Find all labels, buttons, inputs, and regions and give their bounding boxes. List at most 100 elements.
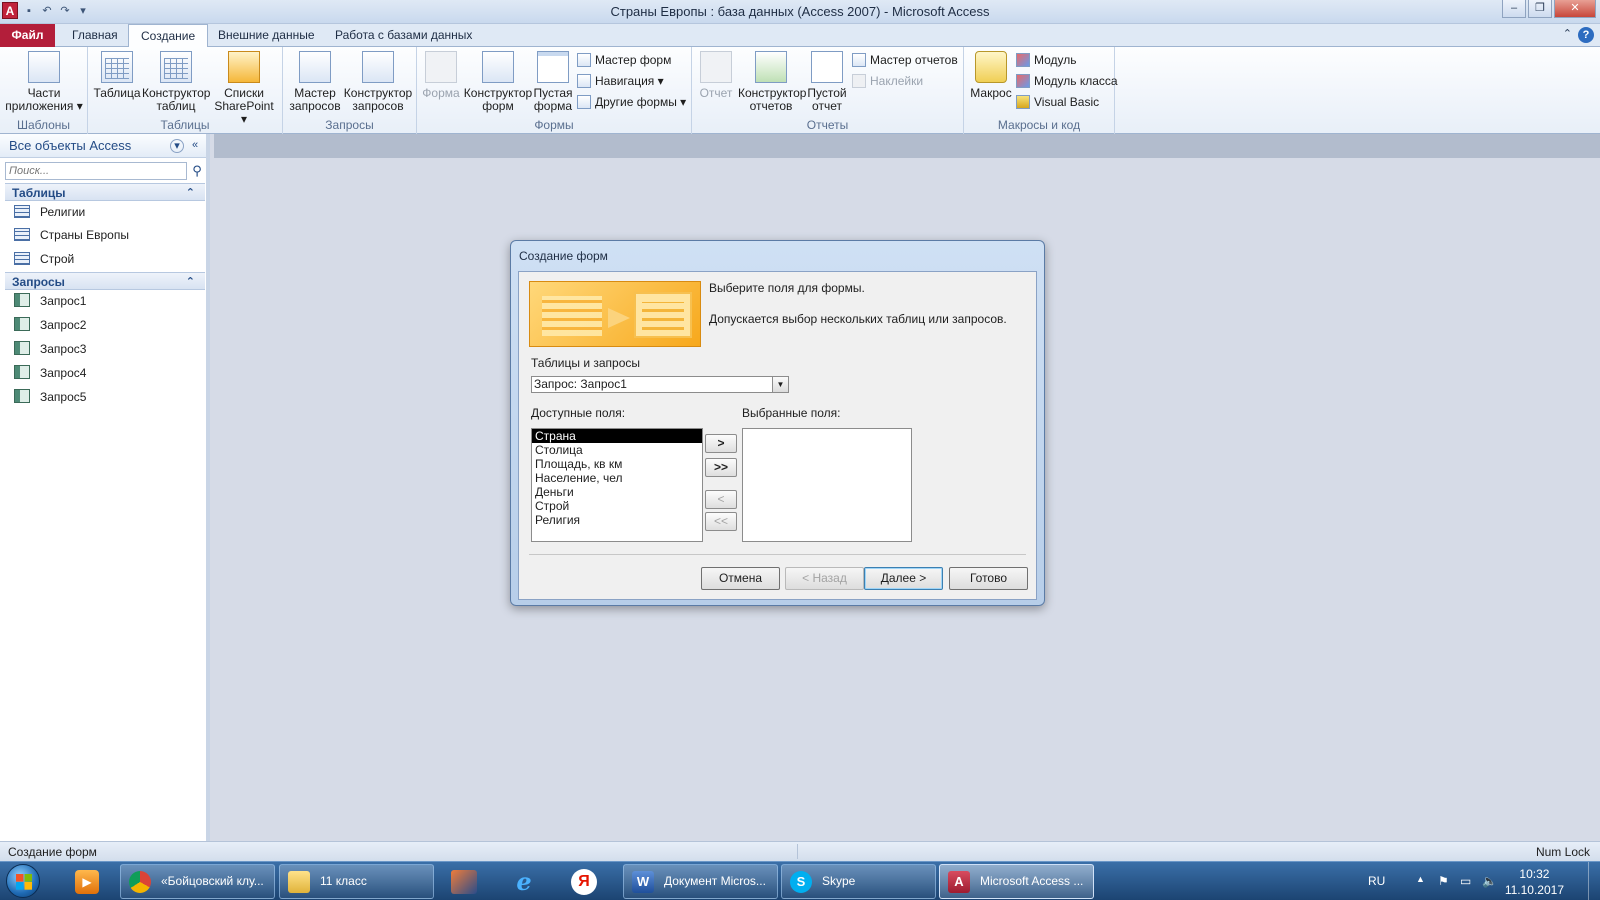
group-templates: Части приложения ▾ Шаблоны <box>0 47 88 134</box>
help-icon[interactable]: ? <box>1578 27 1594 43</box>
form-button[interactable]: Форма <box>421 51 461 100</box>
group-header-tables[interactable]: Таблицы ⌃ <box>5 183 205 201</box>
list-item[interactable]: Деньги <box>532 485 702 499</box>
back-button[interactable]: < Назад <box>785 567 864 590</box>
access-icon: A <box>948 871 970 893</box>
collapse-pane-icon[interactable]: « <box>188 139 202 153</box>
navpane-search: ⚲ <box>5 162 205 180</box>
language-indicator[interactable]: RU <box>1368 874 1385 888</box>
visual-basic-button[interactable]: Visual Basic <box>1016 93 1099 113</box>
list-item[interactable]: Строй <box>532 499 702 513</box>
app-parts-button[interactable]: Части приложения ▾ <box>4 51 84 113</box>
group-macros: Макрос Модуль Модуль класса Visual Basic… <box>964 47 1118 134</box>
taskbar-item-skype[interactable]: S Skype <box>781 864 936 899</box>
report-wizard-button[interactable]: Мастер отчетов <box>852 51 958 71</box>
dropdown-arrow-icon[interactable]: ▼ <box>772 377 788 392</box>
navpane-header[interactable]: Все объекты Access ▾ « <box>0 134 206 158</box>
report-button[interactable]: Отчет <box>696 51 736 100</box>
cancel-button[interactable]: Отмена <box>701 567 780 590</box>
minimize-ribbon-icon[interactable]: ⌃ <box>1563 27 1572 43</box>
blank-form-button[interactable]: Пустая форма <box>533 51 573 113</box>
nav-query-item[interactable]: Запрос1 <box>14 290 86 312</box>
next-button[interactable]: Далее > <box>864 567 943 590</box>
form-wizard-button[interactable]: Мастер форм <box>577 51 671 71</box>
yandex-browser-icon[interactable]: Я <box>563 865 605 898</box>
list-item[interactable]: Площадь, кв км <box>532 457 702 471</box>
taskbar-item-access[interactable]: A Microsoft Access ... <box>939 864 1094 899</box>
list-item[interactable]: Религия <box>532 513 702 527</box>
paint-app-icon[interactable] <box>443 865 485 898</box>
tab-external-data[interactable]: Внешние данные <box>206 24 327 47</box>
search-input[interactable] <box>5 162 187 180</box>
skype-icon: S <box>790 871 812 893</box>
nav-query-item[interactable]: Запрос2 <box>14 314 86 336</box>
show-hidden-icons-icon[interactable]: ▲ <box>1416 874 1425 884</box>
display-icon[interactable]: ▭ <box>1460 874 1471 888</box>
form-designer-button[interactable]: Конструктор форм <box>463 51 533 113</box>
tab-create[interactable]: Создание <box>128 24 209 48</box>
remove-field-button[interactable]: < <box>705 490 737 509</box>
navigation-button[interactable]: Навигация ▾ <box>577 72 664 92</box>
list-item[interactable]: Столица <box>532 443 702 457</box>
media-player-icon[interactable]: ▶ <box>66 865 108 898</box>
minimize-button[interactable]: – <box>1502 0 1526 18</box>
internet-explorer-icon[interactable]: e <box>503 865 545 898</box>
window-controls: – ❐ ✕ <box>1502 0 1596 18</box>
sharepoint-lists-button[interactable]: Списки SharePoint ▾ <box>210 51 278 126</box>
selected-fields-list[interactable] <box>742 428 912 542</box>
group-header-queries[interactable]: Запросы ⌃ <box>5 272 205 290</box>
remove-all-fields-button[interactable]: << <box>705 512 737 531</box>
status-bar: Создание форм Num Lock <box>0 841 1600 861</box>
nav-table-item[interactable]: Страны Европы <box>14 224 129 246</box>
add-all-fields-button[interactable]: >> <box>705 458 737 477</box>
status-text: Создание форм <box>8 845 97 859</box>
network-flag-icon[interactable]: ⚑ <box>1438 874 1449 888</box>
chevron-down-icon[interactable]: ▾ <box>170 139 184 153</box>
blank-report-button[interactable]: Пустой отчет <box>806 51 848 113</box>
query-icon <box>14 293 30 307</box>
available-fields-list[interactable]: Страна Столица Площадь, кв км Население,… <box>531 428 703 542</box>
start-button[interactable] <box>6 864 40 898</box>
dialog-title: Создание форм <box>519 249 608 263</box>
query-icon <box>14 317 30 331</box>
table-icon <box>14 252 30 265</box>
close-button[interactable]: ✕ <box>1554 0 1596 18</box>
list-item[interactable]: Страна <box>532 429 702 443</box>
list-item[interactable]: Население, чел <box>532 471 702 485</box>
nav-table-item[interactable]: Религии <box>14 201 85 223</box>
macro-button[interactable]: Макрос <box>968 51 1014 100</box>
show-desktop-button[interactable] <box>1588 862 1600 900</box>
class-module-button[interactable]: Модуль класса <box>1016 72 1118 92</box>
query-wizard-button[interactable]: Мастер запросов <box>287 51 343 113</box>
title-bar: A ▪ ↶ ↷ ▾ Страны Европы : база данных (A… <box>0 0 1600 24</box>
taskbar-item-chrome[interactable]: «Бойцовский клу... <box>120 864 275 899</box>
nav-query-item[interactable]: Запрос4 <box>14 362 86 384</box>
report-designer-button[interactable]: Конструктор отчетов <box>738 51 806 113</box>
tab-file[interactable]: Файл <box>0 24 55 47</box>
search-icon[interactable]: ⚲ <box>189 163 205 179</box>
table-designer-button[interactable]: Конструктор таблиц <box>142 51 210 113</box>
maximize-button[interactable]: ❐ <box>1528 0 1552 18</box>
taskbar-item-folder[interactable]: 11 класс <box>279 864 434 899</box>
query-wizard-icon <box>299 51 331 83</box>
ribbon: Части приложения ▾ Шаблоны Таблица Конст… <box>0 47 1600 134</box>
window-title: Страны Европы : база данных (Access 2007… <box>610 4 990 19</box>
query-designer-button[interactable]: Конструктор запросов <box>343 51 413 113</box>
other-forms-button[interactable]: Другие формы ▾ <box>577 93 686 113</box>
labels-button[interactable]: Наклейки <box>852 72 923 92</box>
nav-query-item[interactable]: Запрос5 <box>14 386 86 408</box>
nav-table-item[interactable]: Строй <box>14 248 74 270</box>
navigation-pane: Все объекты Access ▾ « ⚲ Таблицы ⌃ Религ… <box>0 134 210 841</box>
clock[interactable]: 10:32 11.10.2017 <box>1505 866 1564 898</box>
module-button[interactable]: Модуль <box>1016 51 1077 71</box>
finish-button[interactable]: Готово <box>949 567 1028 590</box>
source-select[interactable]: Запрос: Запрос1 ▼ <box>531 376 789 393</box>
add-field-button[interactable]: > <box>705 434 737 453</box>
tab-database-tools[interactable]: Работа с базами данных <box>323 24 484 47</box>
volume-icon[interactable]: 🔈 <box>1482 874 1497 888</box>
tab-home[interactable]: Главная <box>60 24 130 47</box>
nav-query-item[interactable]: Запрос3 <box>14 338 86 360</box>
table-button[interactable]: Таблица <box>92 51 142 100</box>
table-icon <box>14 205 30 218</box>
taskbar-item-word[interactable]: W Документ Micros... <box>623 864 778 899</box>
